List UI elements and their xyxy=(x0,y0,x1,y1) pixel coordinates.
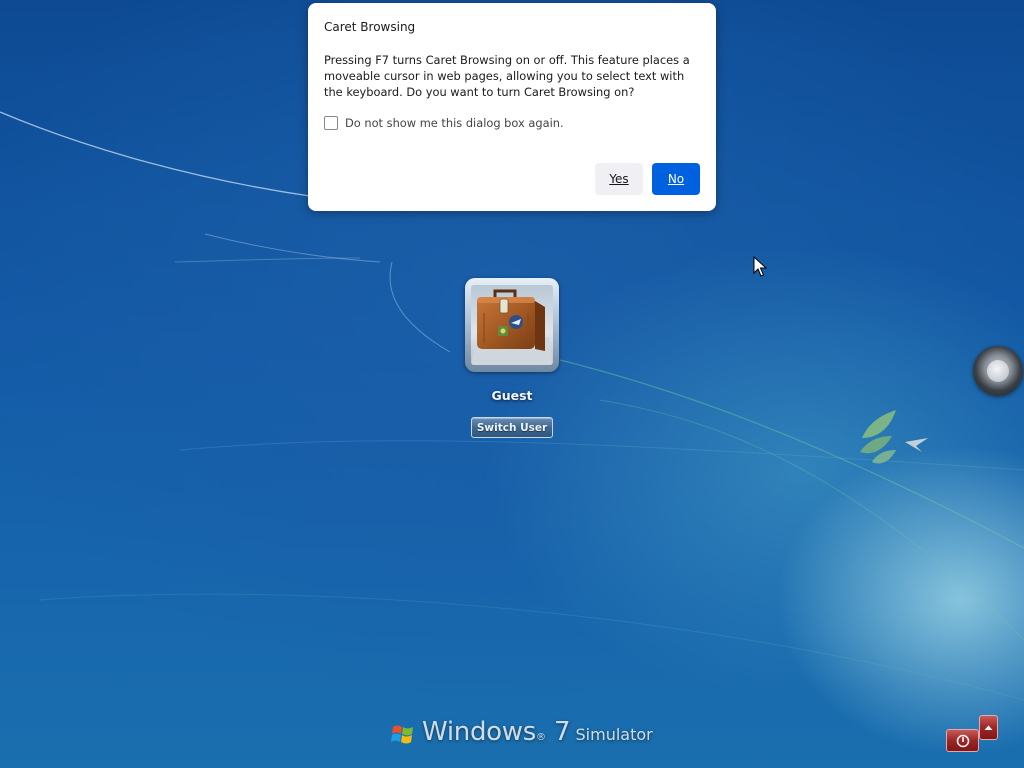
brand-registered-mark: ® xyxy=(535,732,546,743)
dont-show-again-label[interactable]: Do not show me this dialog box again. xyxy=(345,116,564,130)
dont-show-again-checkbox[interactable] xyxy=(324,116,338,130)
power-icon xyxy=(956,734,969,747)
shutdown-button[interactable] xyxy=(946,729,979,752)
dialog-title: Caret Browsing xyxy=(324,20,416,34)
suitcase-icon xyxy=(471,285,553,365)
windows-logo-icon xyxy=(391,725,413,744)
switch-user-button[interactable]: Switch User xyxy=(471,417,553,438)
no-button[interactable]: No xyxy=(652,163,700,195)
yes-button[interactable]: Yes xyxy=(595,163,643,195)
brand-edition-text: Simulator xyxy=(575,725,653,744)
wallpaper-leaves xyxy=(860,410,928,464)
login-screen: Caret Browsing Pressing F7 turns Caret B… xyxy=(0,0,1024,768)
dont-show-again-row[interactable]: Do not show me this dialog box again. xyxy=(324,116,564,130)
brand-windows-text: Windows xyxy=(422,717,536,747)
ease-of-access-button[interactable] xyxy=(973,346,1023,396)
mouse-pointer-icon xyxy=(753,256,767,277)
user-tile[interactable] xyxy=(465,278,559,372)
brand-version-text: 7 xyxy=(553,717,571,747)
user-name: Guest xyxy=(491,388,533,403)
chevron-up-icon xyxy=(984,725,993,730)
ease-of-access-icon xyxy=(987,360,1009,382)
caret-browsing-dialog: Caret Browsing Pressing F7 turns Caret B… xyxy=(308,3,716,211)
dialog-message: Pressing F7 turns Caret Browsing on or o… xyxy=(324,53,690,99)
shutdown-options-button[interactable] xyxy=(979,715,998,740)
windows-branding: Windows ® 7 Simulator xyxy=(390,717,653,753)
